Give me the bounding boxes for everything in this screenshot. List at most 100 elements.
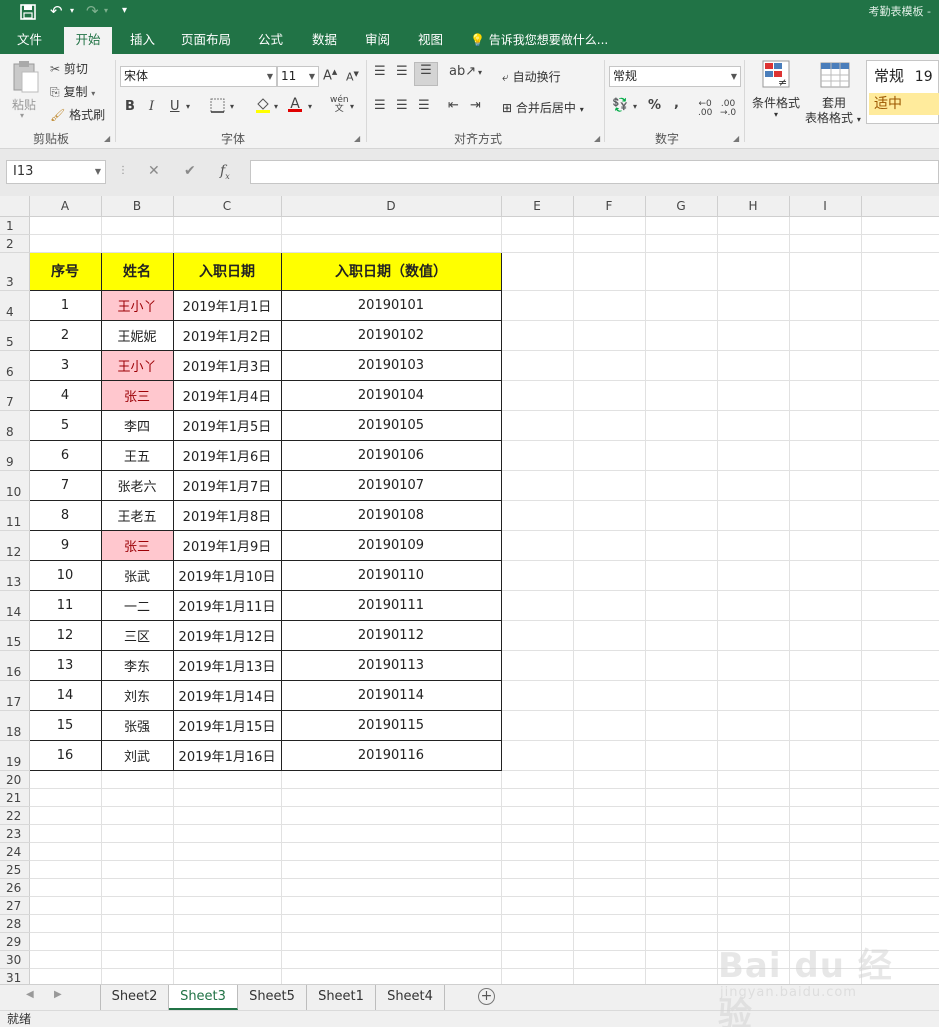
cell[interactable] xyxy=(789,560,862,591)
wrap-text-button[interactable]: ⤶ 自动换行 xyxy=(502,68,561,85)
cell[interactable] xyxy=(573,216,646,235)
table-header-cell[interactable]: 姓名 xyxy=(100,251,174,291)
cell[interactable] xyxy=(101,914,174,933)
column-header[interactable]: C xyxy=(173,196,282,217)
cell[interactable] xyxy=(101,950,174,969)
cell[interactable] xyxy=(501,950,574,969)
cell-date[interactable]: 2019年1月16日 xyxy=(172,739,282,771)
cell-num[interactable]: 20190112 xyxy=(280,619,502,651)
cell[interactable] xyxy=(861,252,939,291)
cell[interactable] xyxy=(501,842,574,861)
row-header[interactable]: 11 xyxy=(0,500,30,531)
cell-name[interactable]: 张老六 xyxy=(100,469,174,501)
table-header-cell[interactable]: 入职日期 xyxy=(172,251,282,291)
undo-dropdown-icon[interactable]: ▾ xyxy=(70,0,74,24)
cell[interactable] xyxy=(573,320,646,351)
cell[interactable] xyxy=(645,842,718,861)
cell-date[interactable]: 2019年1月14日 xyxy=(172,679,282,711)
cell[interactable] xyxy=(645,290,718,321)
cell[interactable] xyxy=(501,788,574,807)
cell[interactable] xyxy=(789,806,862,825)
tab-formulas[interactable]: 公式 xyxy=(250,27,291,54)
cell[interactable] xyxy=(861,788,939,807)
column-header[interactable]: G xyxy=(645,196,718,217)
cell-no[interactable]: 10 xyxy=(28,559,102,591)
cell-num[interactable]: 20190113 xyxy=(280,649,502,681)
cell[interactable] xyxy=(173,234,282,253)
cell[interactable] xyxy=(645,896,718,915)
row-header[interactable]: 30 xyxy=(0,950,30,969)
decrease-decimal-icon[interactable]: .00 →.0 xyxy=(720,100,736,118)
cell[interactable] xyxy=(573,896,646,915)
cell-date[interactable]: 2019年1月4日 xyxy=(172,379,282,411)
cell[interactable] xyxy=(173,896,282,915)
cell[interactable] xyxy=(717,842,790,861)
cell-date[interactable]: 2019年1月9日 xyxy=(172,529,282,561)
cell[interactable] xyxy=(101,806,174,825)
cell-no[interactable]: 16 xyxy=(28,739,102,771)
cell[interactable] xyxy=(573,680,646,711)
sheet-tab-sheet5[interactable]: Sheet5 xyxy=(238,985,307,1010)
cell-date[interactable]: 2019年1月2日 xyxy=(172,319,282,351)
increase-decimal-icon[interactable]: ←0.00 xyxy=(698,100,712,118)
cell[interactable] xyxy=(281,860,502,879)
cell[interactable] xyxy=(29,968,102,984)
row-header[interactable]: 2 xyxy=(0,234,30,253)
format-painter-button[interactable]: 🖌 格式刷 xyxy=(50,106,105,123)
cell-num[interactable]: 20190102 xyxy=(280,319,502,351)
cell[interactable] xyxy=(789,290,862,321)
cell[interactable] xyxy=(645,824,718,843)
cell[interactable] xyxy=(645,806,718,825)
cell[interactable] xyxy=(861,770,939,789)
cell[interactable] xyxy=(861,680,939,711)
paste-icon[interactable] xyxy=(10,60,40,94)
cell[interactable] xyxy=(29,932,102,951)
cell[interactable] xyxy=(861,530,939,561)
cell[interactable] xyxy=(281,806,502,825)
row-header[interactable]: 10 xyxy=(0,470,30,501)
row-header[interactable]: 24 xyxy=(0,842,30,861)
cell[interactable] xyxy=(281,824,502,843)
cell[interactable] xyxy=(573,500,646,531)
cell[interactable] xyxy=(789,252,862,291)
cell-name[interactable]: 王小丫 xyxy=(100,349,174,381)
cell[interactable] xyxy=(789,770,862,789)
font-name-select[interactable]: 宋体 ▼ xyxy=(120,66,277,87)
cell[interactable] xyxy=(717,788,790,807)
row-header[interactable]: 1 xyxy=(0,216,30,235)
cell[interactable] xyxy=(501,914,574,933)
cell[interactable] xyxy=(281,914,502,933)
cell[interactable] xyxy=(861,470,939,501)
undo-icon[interactable]: ↶ xyxy=(50,0,63,24)
cell-no[interactable]: 11 xyxy=(28,589,102,621)
cell-num[interactable]: 20190116 xyxy=(280,739,502,771)
phonetic-dropdown-icon[interactable]: ▾ xyxy=(350,102,354,111)
cell[interactable] xyxy=(717,216,790,235)
cell-no[interactable]: 8 xyxy=(28,499,102,531)
cell[interactable] xyxy=(173,968,282,984)
cell[interactable] xyxy=(573,806,646,825)
cell[interactable] xyxy=(789,350,862,381)
cell[interactable] xyxy=(573,234,646,253)
cell[interactable] xyxy=(281,788,502,807)
cell[interactable] xyxy=(789,530,862,561)
cell[interactable] xyxy=(789,878,862,897)
cell[interactable] xyxy=(101,896,174,915)
cell[interactable] xyxy=(573,710,646,741)
cell-date[interactable]: 2019年1月15日 xyxy=(172,709,282,741)
cell[interactable] xyxy=(501,320,574,351)
cell[interactable] xyxy=(101,968,174,984)
select-all-corner[interactable] xyxy=(0,196,30,217)
cell[interactable] xyxy=(717,560,790,591)
cell[interactable] xyxy=(173,824,282,843)
cell-no[interactable]: 5 xyxy=(28,409,102,441)
cell[interactable] xyxy=(789,620,862,651)
cell[interactable] xyxy=(501,740,574,771)
cell[interactable] xyxy=(101,234,174,253)
redo-icon[interactable]: ↷ xyxy=(86,0,99,24)
cell[interactable] xyxy=(861,620,939,651)
cell[interactable] xyxy=(789,824,862,843)
cell[interactable] xyxy=(789,896,862,915)
cell[interactable] xyxy=(717,620,790,651)
cell-num[interactable]: 20190108 xyxy=(280,499,502,531)
